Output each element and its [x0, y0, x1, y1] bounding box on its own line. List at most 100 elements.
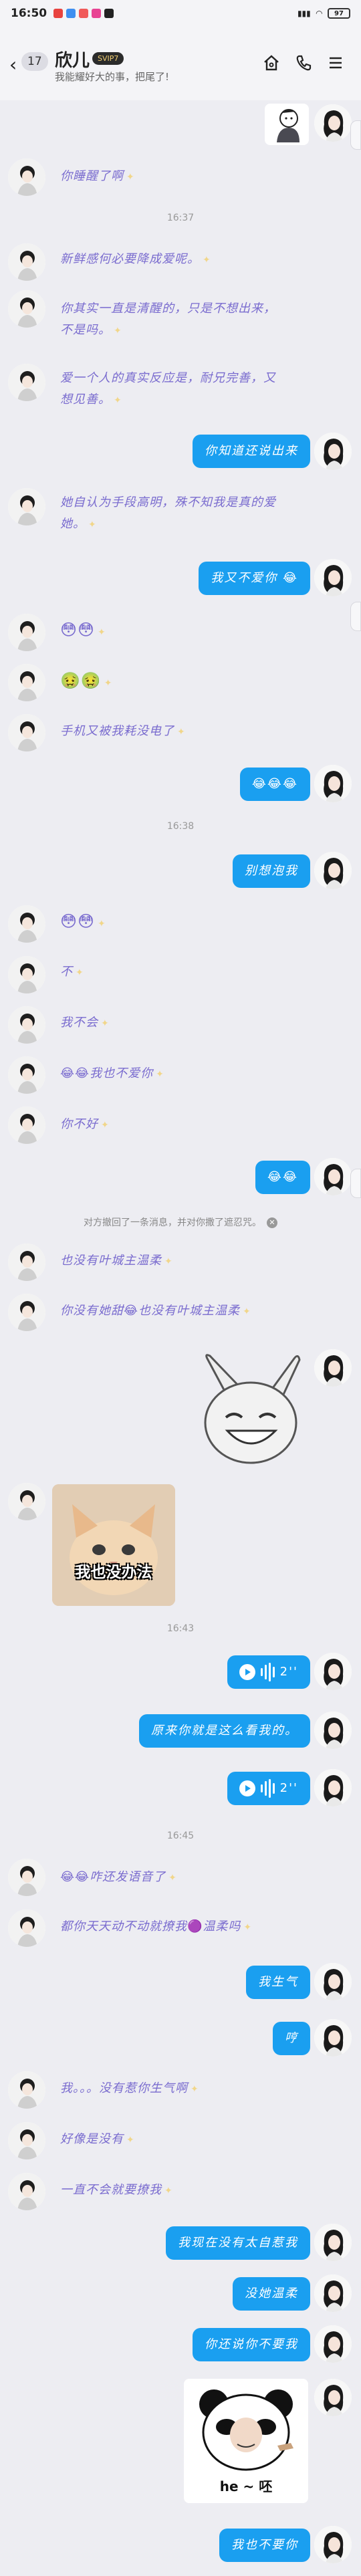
my-avatar[interactable] — [314, 1349, 352, 1387]
my-avatar[interactable] — [314, 2019, 352, 2057]
play-icon[interactable] — [239, 1664, 255, 1680]
message-text: 一直不会就要撩我 ✦ — [60, 2183, 173, 2197]
my-avatar[interactable] — [314, 1158, 352, 1195]
unread-badge[interactable]: 17 — [21, 52, 48, 71]
my-avatar[interactable] — [314, 559, 352, 596]
contact-avatar[interactable] — [8, 1106, 45, 1144]
emoji-message: 😳😳 ✦ — [60, 620, 106, 639]
sticker-cartoon-boy[interactable] — [265, 104, 309, 145]
my-message-bubble[interactable]: 我现在没有太自惹我 — [166, 2226, 310, 2260]
contact-avatar[interactable] — [8, 614, 45, 651]
my-message-bubble[interactable]: 😂😂 — [255, 1161, 310, 1194]
my-avatar[interactable] — [314, 2379, 352, 2416]
my-message-bubble[interactable]: 我生气 — [246, 1966, 310, 1999]
my-avatar[interactable] — [314, 765, 352, 802]
my-avatar[interactable] — [314, 1653, 352, 1690]
app-notification-icon — [66, 9, 76, 18]
message-timestamp: 16:37 — [166, 213, 195, 223]
sticker-panda-meme[interactable]: he ~ 呸 — [184, 2379, 308, 2503]
message-text: 我。。。没有惹你生气啊 ✦ — [60, 2081, 199, 2095]
message-timestamp: 16:45 — [166, 1831, 195, 1841]
contact-avatar[interactable] — [8, 956, 45, 993]
signal-icon: ▮▮▮ — [297, 9, 311, 18]
message-text: 新鲜感何必要降成爱呢。 ✦ — [60, 252, 211, 266]
side-panel-handle[interactable] — [350, 120, 361, 150]
voice-message[interactable]: 2'' — [227, 1772, 310, 1805]
message-text: 我不会 ✦ — [60, 1016, 110, 1030]
contact-avatar[interactable] — [8, 1909, 45, 1947]
app-notification-icon — [53, 9, 64, 18]
wifi-icon: ◠ — [316, 9, 322, 18]
phone-icon[interactable] — [291, 51, 316, 75]
recall-notice: 对方撤回了一条消息，并对你撒了遮忍咒。 ✕ — [0, 1215, 361, 1229]
my-avatar[interactable] — [314, 2224, 352, 2261]
sticker-cat-image[interactable]: 我也没办法 — [52, 1484, 175, 1606]
my-message-bubble[interactable]: 没她温柔 — [233, 2277, 310, 2311]
my-avatar[interactable] — [314, 852, 352, 889]
contact-avatar[interactable] — [8, 1056, 45, 1094]
contact-avatar[interactable] — [8, 158, 45, 196]
my-message-bubble[interactable]: 😂😂😂 — [239, 768, 310, 801]
contact-avatar[interactable] — [8, 1006, 45, 1044]
my-message-bubble[interactable]: 你知道还说出来 — [193, 435, 310, 468]
message-text: 爱一个人的真实反应是，耐兄完善，又想见善。 ✦ — [60, 371, 276, 406]
my-message-bubble[interactable]: 原来你就是这么看我的。 — [139, 1714, 310, 1748]
contact-avatar[interactable] — [8, 290, 45, 328]
contact-avatar[interactable] — [8, 1859, 45, 1896]
my-message-bubble[interactable]: 我又不爱你 😂 — [199, 562, 310, 595]
my-message-bubble[interactable]: 我也不要你 — [219, 2529, 310, 2562]
back-icon[interactable]: ‹ — [9, 53, 17, 76]
emoji-message: 😳😳 ✦ — [60, 912, 106, 931]
contact-signature: 我能耀好大的事，把尾了! — [55, 71, 170, 83]
sticker-rabbit[interactable] — [194, 1349, 308, 1470]
contact-avatar[interactable] — [8, 714, 45, 751]
message-text: 😂😂咋还发语音了 ✦ — [60, 1870, 177, 1884]
close-icon[interactable]: ✕ — [267, 1217, 277, 1228]
voice-message[interactable]: 2'' — [227, 1655, 310, 1689]
contact-avatar[interactable] — [8, 2122, 45, 2159]
status-time: 16:50 — [11, 7, 47, 20]
side-panel-handle[interactable] — [350, 1169, 361, 1198]
my-avatar[interactable] — [314, 1769, 352, 1806]
my-avatar[interactable] — [314, 2325, 352, 2363]
message-text: 好像是没有 ✦ — [60, 2132, 135, 2146]
app-notification-icon — [79, 9, 89, 18]
waveform-icon — [260, 1779, 275, 1798]
waveform-icon — [260, 1663, 275, 1681]
contact-avatar[interactable] — [8, 1483, 45, 1520]
emoji-message: 🤢🤢 ✦ — [60, 671, 113, 690]
contact-avatar[interactable] — [8, 1244, 45, 1281]
app-notification-icon — [92, 9, 102, 18]
my-avatar[interactable] — [314, 104, 352, 142]
contact-avatar[interactable] — [8, 664, 45, 701]
contact-avatar[interactable] — [8, 905, 45, 943]
message-timestamp: 16:43 — [166, 1623, 195, 1634]
contact-avatar[interactable] — [8, 243, 45, 281]
sticker-caption: 我也没办法 — [75, 1564, 152, 1581]
menu-icon[interactable] — [324, 51, 348, 75]
chat-header: ‹ 17 欣儿 SVIP7 我能耀好大的事，把尾了! — [0, 27, 361, 100]
home-icon[interactable] — [259, 51, 283, 75]
message-text: 都你天天动不动就撩我🟣温柔吗 ✦ — [60, 1919, 253, 1934]
my-avatar[interactable] — [314, 1712, 352, 1749]
message-text: 也没有叶城主温柔 ✦ — [60, 1254, 173, 1268]
contact-avatar[interactable] — [8, 2173, 45, 2210]
contact-avatar[interactable] — [8, 364, 45, 401]
my-avatar[interactable] — [314, 2274, 352, 2312]
contact-avatar[interactable] — [8, 2071, 45, 2109]
my-avatar[interactable] — [314, 2526, 352, 2563]
my-avatar[interactable] — [314, 433, 352, 470]
contact-name[interactable]: 欣儿 — [55, 47, 90, 72]
sticker-caption: he ~ 呸 — [219, 2478, 273, 2494]
my-avatar[interactable] — [314, 1963, 352, 2000]
side-panel-handle[interactable] — [350, 602, 361, 631]
message-text: 😂😂我也不爱你 ✦ — [60, 1066, 164, 1080]
my-message-bubble[interactable]: 别想泡我 — [233, 854, 310, 888]
play-icon[interactable] — [239, 1780, 255, 1796]
message-text: 她自认为手段高明，殊不知我是真的爱她。 ✦ — [60, 495, 276, 531]
my-message-bubble[interactable]: 哼 — [273, 2022, 310, 2055]
contact-avatar[interactable] — [8, 1294, 45, 1331]
my-message-bubble[interactable]: 你还说你不要我 — [193, 2328, 310, 2361]
message-text: 你其实一直是清醒的，只是不想出来，不是吗。 ✦ — [60, 302, 276, 337]
contact-avatar[interactable] — [8, 488, 45, 525]
